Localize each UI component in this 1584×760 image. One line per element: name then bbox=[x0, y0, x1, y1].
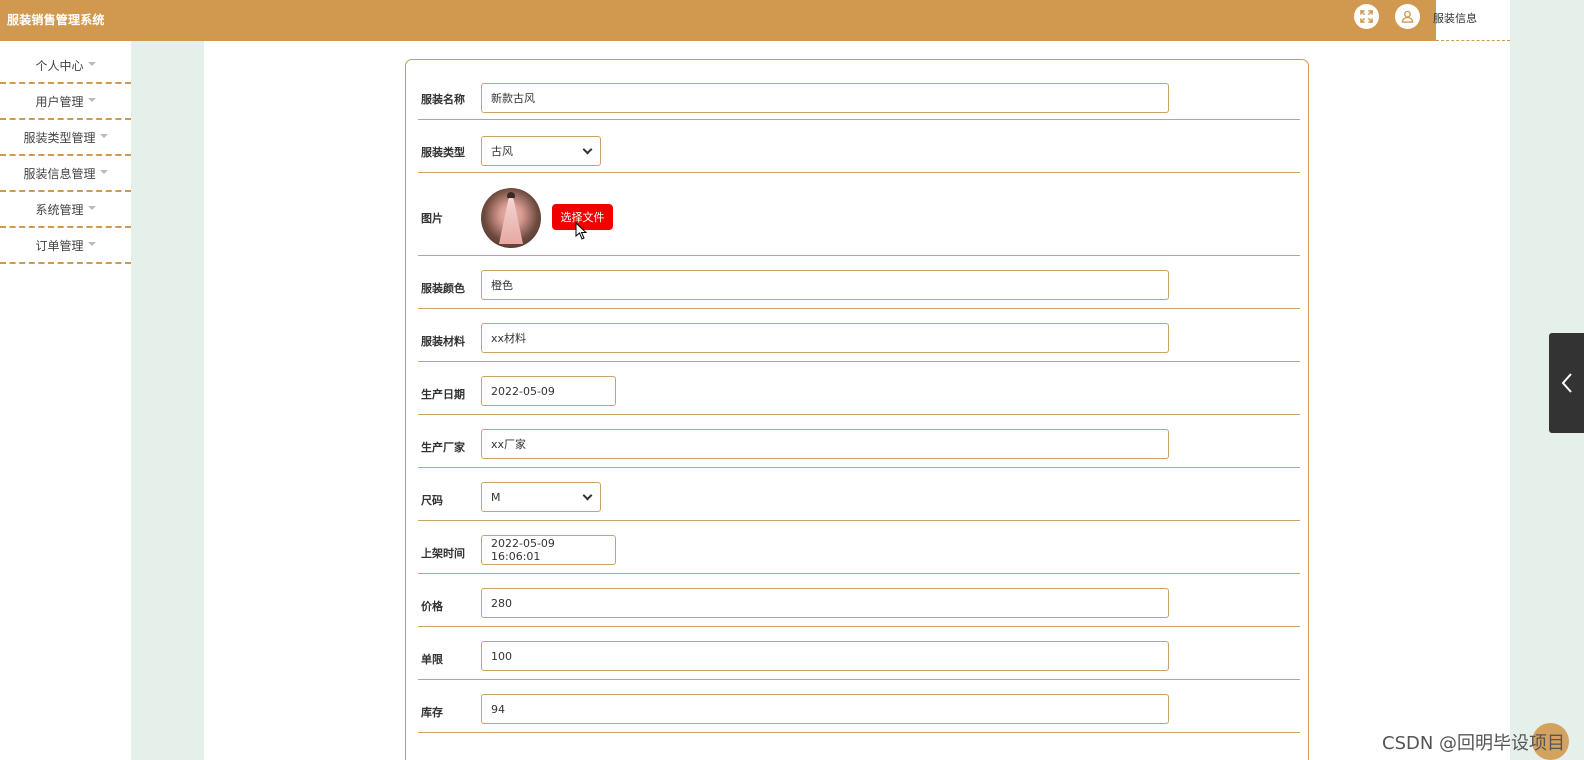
name-input[interactable]: 新款古风 bbox=[481, 83, 1169, 113]
user-icon bbox=[1401, 10, 1414, 23]
sidebar-item-clothing-type-management[interactable]: 服装类型管理 bbox=[0, 120, 131, 156]
field-label: 服装名称 bbox=[421, 93, 465, 106]
form-row-manufacturer: 生产厂家 xx厂家 bbox=[418, 415, 1300, 468]
caret-down-icon bbox=[99, 133, 108, 138]
form-row-size: 尺码 M bbox=[418, 468, 1300, 521]
material-input[interactable]: xx材料 bbox=[481, 323, 1169, 353]
field-label: 价格 bbox=[421, 600, 443, 613]
chevron-left-icon bbox=[1561, 373, 1572, 393]
left-band bbox=[131, 41, 204, 760]
app-title: 服装销售管理系统 bbox=[7, 13, 105, 27]
listed-time-input[interactable]: 2022-05-09 16:06:01 bbox=[481, 535, 616, 565]
form-row-color: 服装颜色 橙色 bbox=[418, 256, 1300, 309]
chevron-down-icon bbox=[582, 490, 593, 500]
sidebar-item-user-management[interactable]: 用户管理 bbox=[0, 84, 131, 120]
form-row-stock: 库存 94 bbox=[418, 680, 1300, 733]
collapse-panel-button[interactable] bbox=[1549, 333, 1584, 433]
form-row-material: 服装材料 xx材料 bbox=[418, 309, 1300, 362]
caret-down-icon bbox=[87, 205, 96, 210]
field-label: 生产厂家 bbox=[421, 441, 465, 454]
size-select[interactable]: M bbox=[481, 482, 601, 512]
manufacturer-input[interactable]: xx厂家 bbox=[481, 429, 1169, 459]
sidebar-item-personal-center[interactable]: 个人中心 bbox=[0, 48, 131, 84]
form-row-price: 价格 280 bbox=[418, 574, 1300, 627]
sidebar-item-system-management[interactable]: 系统管理 bbox=[0, 192, 131, 228]
caret-down-icon bbox=[87, 97, 96, 102]
price-input[interactable]: 280 bbox=[481, 588, 1169, 618]
form-row-name: 服装名称 新款古风 bbox=[418, 60, 1300, 120]
top-header: 服装销售管理系统 bbox=[0, 0, 1436, 41]
field-label: 服装类型 bbox=[421, 146, 465, 159]
color-input[interactable]: 橙色 bbox=[481, 270, 1169, 300]
sidebar-item-order-management[interactable]: 订单管理 bbox=[0, 228, 131, 264]
form-row-type: 服装类型 古风 bbox=[418, 120, 1300, 173]
tab-clothing-info[interactable]: 服装信息 bbox=[1433, 10, 1477, 26]
field-label: 生产日期 bbox=[421, 388, 465, 401]
limit-input[interactable]: 100 bbox=[481, 641, 1169, 671]
field-label: 单限 bbox=[421, 653, 443, 666]
expand-icon bbox=[1360, 10, 1373, 23]
sidebar-item-label: 服装类型管理 bbox=[23, 130, 96, 145]
field-label: 库存 bbox=[421, 706, 443, 719]
sidebar-item-label: 服装信息管理 bbox=[23, 166, 96, 181]
sidebar: 个人中心 用户管理 服装类型管理 服装信息管理 系统管理 订单管理 bbox=[0, 48, 131, 264]
fullscreen-button[interactable] bbox=[1354, 4, 1379, 29]
watermark-text: CSDN @回明毕设项目 bbox=[1382, 733, 1566, 754]
caret-down-icon bbox=[87, 61, 96, 66]
sidebar-item-clothing-info-management[interactable]: 服装信息管理 bbox=[0, 156, 131, 192]
tab-strip: 服装信息 bbox=[1433, 0, 1510, 41]
field-label: 上架时间 bbox=[421, 547, 465, 560]
size-select-value: M bbox=[491, 490, 501, 504]
field-label: 图片 bbox=[421, 212, 443, 225]
type-select[interactable]: 古风 bbox=[481, 136, 601, 166]
mouse-cursor-icon bbox=[575, 222, 588, 240]
form-row-production-date: 生产日期 2022-05-09 bbox=[418, 362, 1300, 415]
caret-down-icon bbox=[87, 241, 96, 246]
sidebar-item-label: 个人中心 bbox=[35, 58, 84, 73]
form-row-listed-time: 上架时间 2022-05-09 16:06:01 bbox=[418, 521, 1300, 574]
stock-input[interactable]: 94 bbox=[481, 694, 1169, 724]
clothing-image-thumbnail bbox=[481, 188, 541, 248]
chevron-down-icon bbox=[582, 144, 593, 154]
field-label: 服装材料 bbox=[421, 335, 465, 348]
clothing-form-card: 服装名称 新款古风 服装类型 古风 图片 选择文件 服装颜色 橙色 服装材料 x… bbox=[405, 59, 1309, 760]
sidebar-item-label: 订单管理 bbox=[35, 238, 84, 253]
field-label: 服装颜色 bbox=[421, 282, 465, 295]
caret-down-icon bbox=[99, 169, 108, 174]
type-select-value: 古风 bbox=[491, 145, 513, 158]
production-date-input[interactable]: 2022-05-09 bbox=[481, 376, 616, 406]
form-row-limit: 单限 100 bbox=[418, 627, 1300, 680]
field-label: 尺码 bbox=[421, 494, 443, 507]
user-button[interactable] bbox=[1395, 4, 1420, 29]
sidebar-item-label: 系统管理 bbox=[35, 202, 84, 217]
form-row-image: 图片 选择文件 bbox=[418, 173, 1300, 256]
sidebar-item-label: 用户管理 bbox=[35, 94, 84, 109]
